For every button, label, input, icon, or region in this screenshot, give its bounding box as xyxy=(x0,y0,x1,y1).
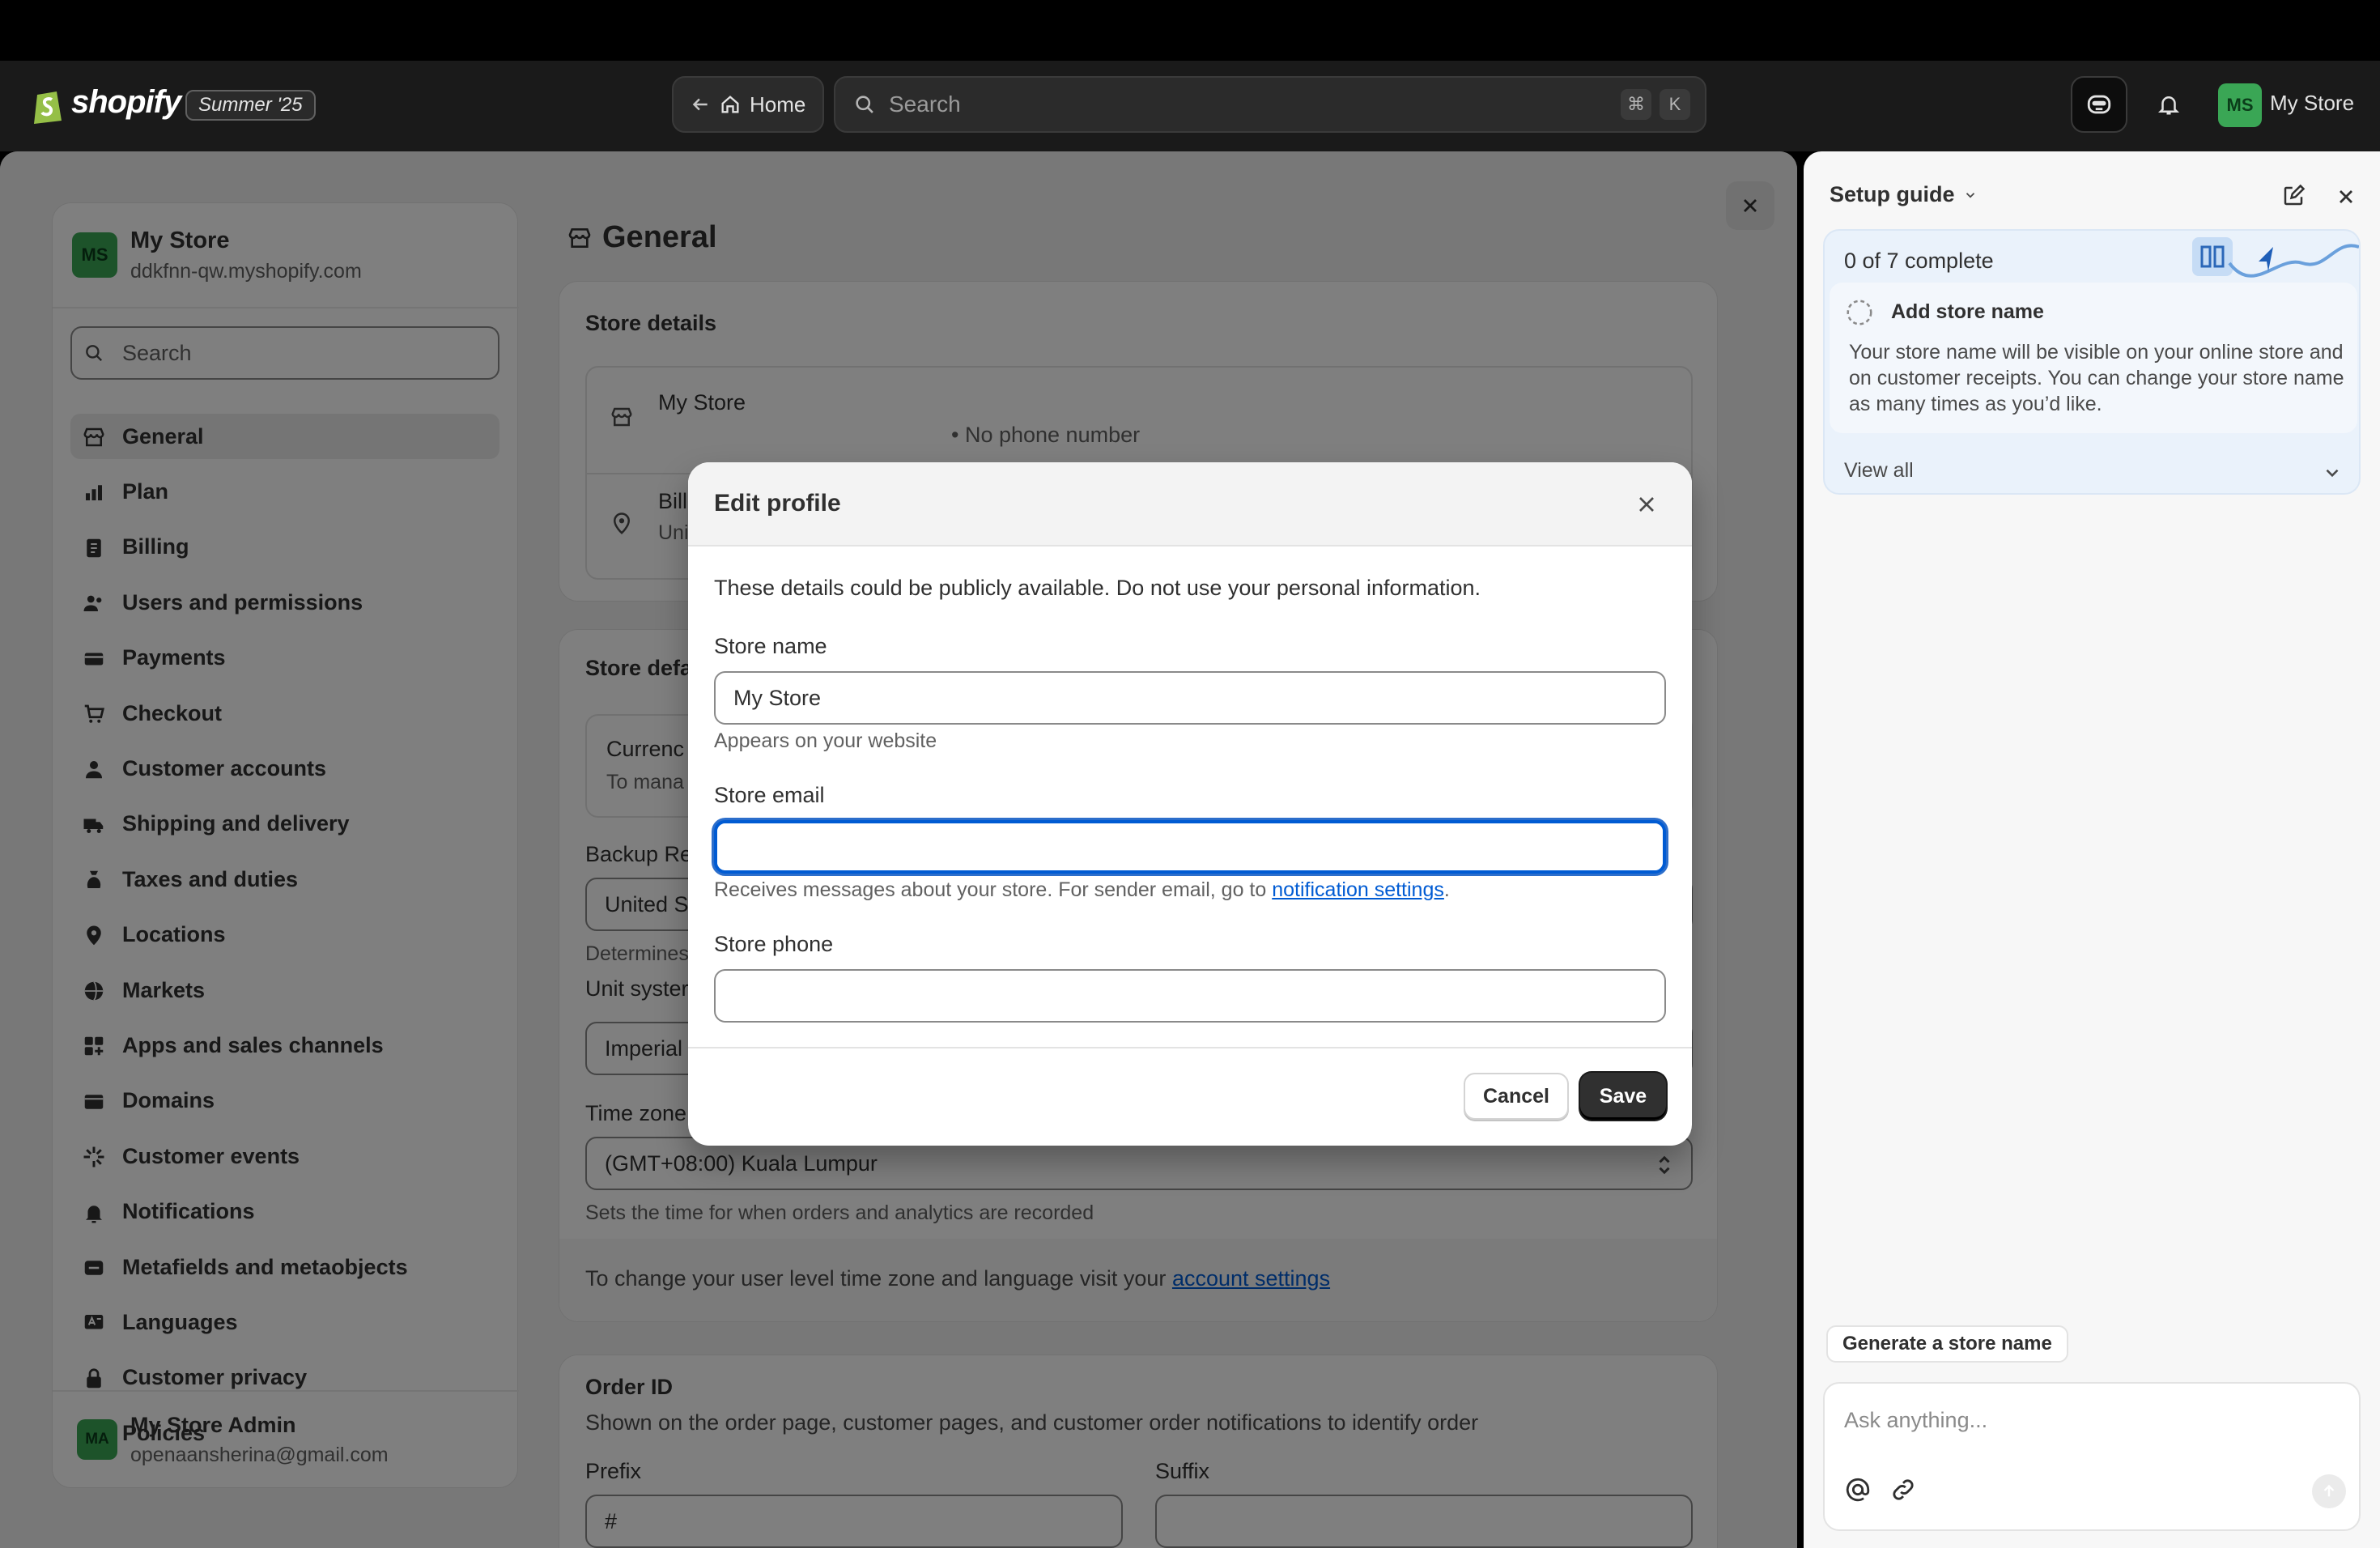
store-phone-label: Store phone xyxy=(714,932,834,956)
attach-link-button[interactable] xyxy=(1889,1476,1917,1503)
modal-notice: These details could be publicly availabl… xyxy=(714,576,1481,600)
chevron-down-icon xyxy=(1963,188,1978,202)
home-button[interactable]: Home xyxy=(672,76,824,133)
home-icon xyxy=(719,93,742,116)
send-button[interactable] xyxy=(2312,1474,2346,1508)
new-chat-button[interactable] xyxy=(2281,184,2306,208)
store-name-label: Store name xyxy=(714,634,827,658)
chevron-down-icon[interactable] xyxy=(2322,462,2343,483)
store-email-help: Receives messages about your store. For … xyxy=(714,878,1450,902)
store-email-label: Store email xyxy=(714,783,825,807)
account-avatar[interactable]: MS xyxy=(2218,83,2262,127)
edit-profile-modal: Edit profile These details could be publ… xyxy=(688,462,1692,1146)
close-icon xyxy=(2335,185,2357,208)
setup-progress: 0 of 7 complete xyxy=(1844,249,1994,273)
account-store-name[interactable]: My Store xyxy=(2270,91,2354,116)
link-icon xyxy=(1889,1476,1917,1503)
bell-icon xyxy=(2157,92,2181,117)
search-icon xyxy=(853,93,876,116)
at-sign-icon xyxy=(1844,1476,1872,1503)
setup-task-title: Add store name xyxy=(1891,300,2044,323)
shortcut-k-key: K xyxy=(1660,89,1690,120)
setup-guide-panel: Setup guide 0 of 7 complete Add store na… xyxy=(1804,151,2380,1548)
save-button[interactable]: Save xyxy=(1580,1073,1666,1120)
notification-settings-link[interactable]: notification settings xyxy=(1272,878,1444,901)
compose-icon xyxy=(2281,184,2306,208)
shopify-logo-icon[interactable] xyxy=(32,87,63,124)
modal-close-button[interactable] xyxy=(1634,491,1660,517)
ask-placeholder: Ask anything... xyxy=(1844,1408,1988,1432)
notifications-button[interactable] xyxy=(2140,76,2197,133)
close-panel-button[interactable] xyxy=(2335,185,2357,208)
ask-anything-input[interactable]: Ask anything... xyxy=(1823,1382,2361,1531)
setup-guide-toggle[interactable]: Setup guide xyxy=(1830,182,1978,207)
store-email-help-text: Receives messages about your store. For … xyxy=(714,878,1267,901)
sidekick-icon xyxy=(2085,91,2113,118)
store-phone-input[interactable] xyxy=(714,969,1666,1023)
setup-task-add-store-name[interactable]: Add store name Your store name will be v… xyxy=(1830,283,2357,433)
view-all-link[interactable]: View all xyxy=(1844,459,1914,483)
setup-guide-title: Setup guide xyxy=(1830,182,1955,206)
store-email-help-period: . xyxy=(1443,878,1450,901)
mention-button[interactable] xyxy=(1844,1476,1872,1503)
modal-footer-divider xyxy=(688,1047,1692,1048)
close-icon xyxy=(1634,491,1660,517)
arrow-up-icon xyxy=(2320,1482,2338,1500)
arrow-left-icon xyxy=(690,94,711,115)
home-label: Home xyxy=(750,91,806,117)
store-name-help: Appears on your website xyxy=(714,729,937,752)
store-email-input[interactable] xyxy=(714,820,1666,874)
edition-badge[interactable]: Summer '25 xyxy=(185,90,316,121)
brand-wordmark[interactable]: shopify xyxy=(71,84,181,121)
setup-task-description: Your store name will be visible on your … xyxy=(1849,341,2344,415)
task-incomplete-icon[interactable] xyxy=(1844,297,1875,328)
suggestion-chip[interactable]: Generate a store name xyxy=(1826,1325,2068,1363)
store-name-input[interactable]: My Store xyxy=(714,671,1666,725)
setup-guide-card: 0 of 7 complete Add store name Your stor… xyxy=(1823,229,2361,495)
shortcut-cmd-key: ⌘ xyxy=(1621,89,1651,120)
global-search-input[interactable]: Search xyxy=(834,76,1706,133)
search-placeholder: Search xyxy=(889,91,961,117)
cancel-button[interactable]: Cancel xyxy=(1464,1073,1569,1120)
modal-title: Edit profile xyxy=(714,490,841,517)
store-name-input-value: My Store xyxy=(733,685,822,710)
sidekick-button[interactable] xyxy=(2071,76,2127,133)
